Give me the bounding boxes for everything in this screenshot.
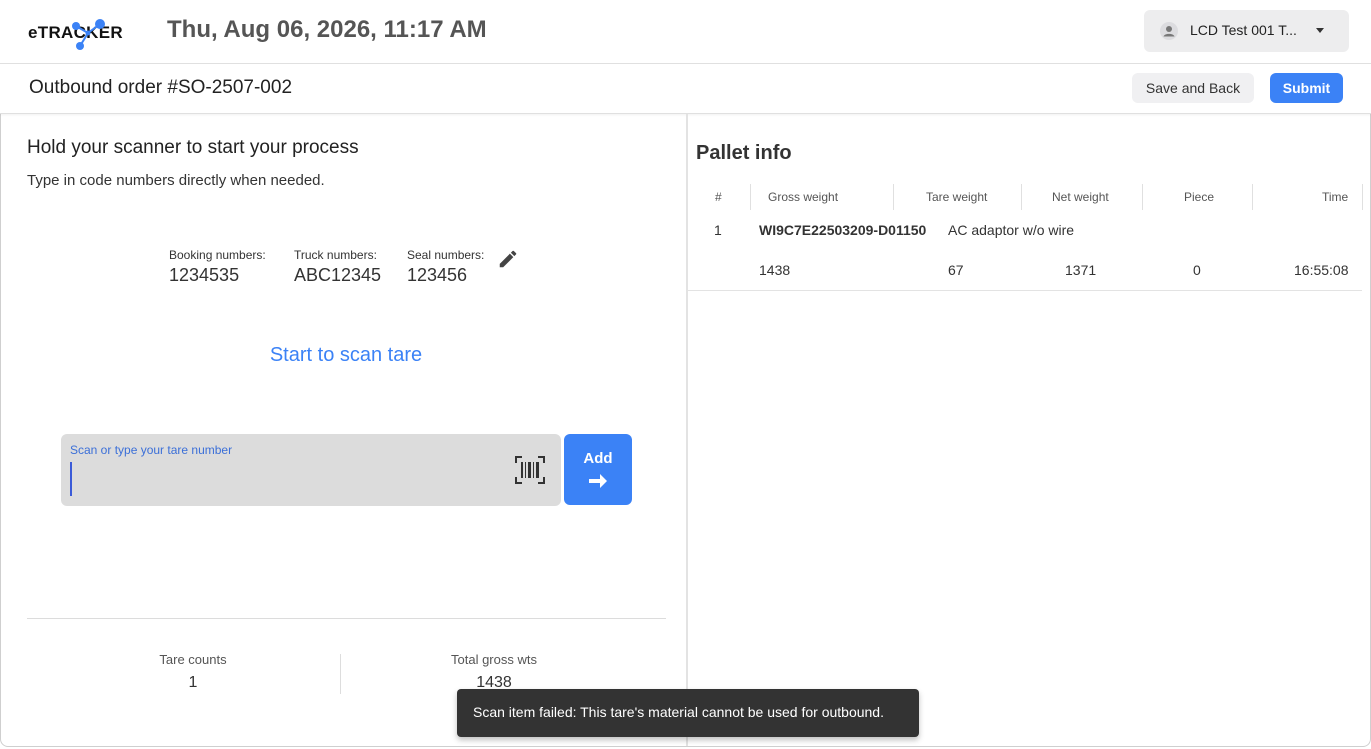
truck-label: Truck numbers: [294,248,377,262]
order-title: Outbound order #SO-2507-002 [29,77,293,98]
row-item-code: WI9C7E22503209-D01150 [759,222,927,238]
row-index: 1 [714,222,722,238]
chevron-down-icon [1316,28,1324,33]
total-gross-label: Total gross wts [451,652,537,667]
add-tare-button[interactable]: Add [564,434,632,505]
row-net-weight: 1371 [1065,262,1097,278]
order-bar: Outbound order #SO-2507-002 Save and Bac… [0,64,1371,114]
column-header-tare-weight: Tare weight [926,190,988,204]
column-separator [1362,184,1363,210]
total-gross-stat: Total gross wts 1438 [414,652,574,692]
seal-numbers: Seal numbers: 123456 [407,248,484,286]
edit-pencil-icon[interactable] [497,248,519,270]
submit-button[interactable]: Submit [1270,73,1343,103]
column-header-net-weight: Net weight [1052,190,1109,204]
tare-number-field[interactable]: Scan or type your tare number [61,434,561,506]
pallet-info-title: Pallet info [696,142,792,164]
column-header-time: Time [1322,190,1349,204]
booking-label: Booking numbers: [169,248,266,262]
tare-number-input[interactable] [70,462,496,496]
top-bar: eTRACKER Thu, Aug 06, 2026, 11:17 AM LCD… [0,0,1371,64]
scanner-panel: Hold your scanner to start your process … [0,114,686,746]
seal-value: 123456 [407,265,468,285]
stat-separator [340,654,341,694]
truck-value: ABC12345 [294,265,382,285]
scanner-title: Hold your scanner to start your process [27,137,359,158]
truck-numbers: Truck numbers: ABC12345 [294,248,381,286]
column-separator [1142,184,1143,210]
user-name: LCD Test 001 T... [1190,22,1297,38]
current-datetime: Thu, Aug 06, 2026, 11:17 AM [167,16,487,43]
stats-divider [27,618,666,619]
scanner-subtitle: Type in code numbers directly when neede… [27,172,325,189]
booking-numbers: Booking numbers: 1234535 [169,248,266,286]
barcode-scan-icon[interactable] [514,454,546,486]
add-button-label: Add [583,450,613,467]
row-tare-weight: 67 [948,262,964,278]
column-separator [1021,184,1022,210]
user-menu-dropdown[interactable]: LCD Test 001 T... [1144,10,1349,52]
save-and-back-button[interactable]: Save and Back [1132,73,1254,103]
row-piece: 0 [1193,262,1201,278]
tare-input-label: Scan or type your tare number [70,443,233,457]
column-separator [750,184,751,210]
booking-value: 1234535 [169,265,240,285]
etracker-logo[interactable]: eTRACKER [28,14,138,50]
row-time: 16:55:08 [1294,262,1349,278]
column-header-piece: Piece [1184,190,1215,204]
pallet-info-panel: Pallet info # Gross weight Tare weight N… [688,114,1371,746]
column-header-index: # [715,190,722,204]
column-header-gross-weight: Gross weight [768,190,839,204]
row-divider [688,290,1362,291]
row-item-description: AC adaptor w/o wire [948,222,1075,238]
user-icon [1160,22,1178,40]
tare-counts-value: 1 [188,674,198,691]
column-separator [1252,184,1253,210]
seal-label: Seal numbers: [407,248,485,262]
start-scan-tare-link[interactable]: Start to scan tare [0,344,692,367]
error-toast: Scan item failed: This tare's material c… [457,689,919,737]
row-gross-weight: 1438 [759,262,791,278]
tare-counts-label: Tare counts [159,652,227,667]
arrow-right-icon [589,474,607,488]
logo-network-icon [72,19,105,50]
column-separator [893,184,894,210]
tare-counts-stat: Tare counts 1 [123,652,263,692]
